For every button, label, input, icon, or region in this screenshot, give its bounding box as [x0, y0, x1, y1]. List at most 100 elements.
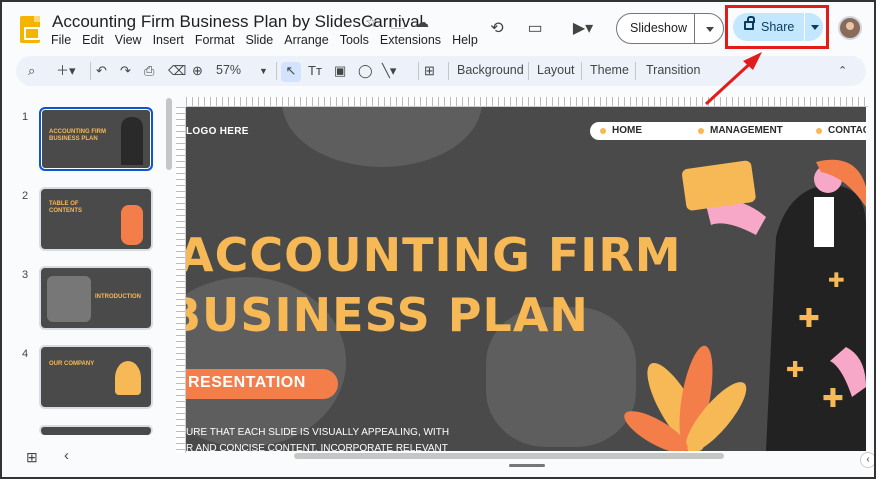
slide-thumbnail-4[interactable]: OUR COMPANY: [39, 345, 153, 409]
add-comment-icon[interactable]: ⊞: [424, 62, 435, 80]
new-slide-icon[interactable]: ＋▾: [56, 62, 76, 80]
slide-number: 2: [22, 190, 29, 202]
illustration: [121, 117, 143, 165]
app-window: Accounting Firm Business Plan by SlidesC…: [0, 0, 876, 479]
menu-insert[interactable]: Insert: [153, 33, 184, 47]
image-icon[interactable]: ▣: [334, 62, 346, 80]
background-button[interactable]: Background: [457, 63, 524, 77]
thumb-title: TABLE OF CONTENTS: [49, 201, 82, 214]
slides-logo-icon[interactable]: [20, 16, 40, 43]
illustration: [121, 205, 143, 245]
chevron-left-icon[interactable]: ‹: [64, 447, 69, 464]
slide-canvas[interactable]: LOGO HERE HOME MANAGEMENT CONTAC ACCOUNT…: [186, 107, 866, 451]
cloud-status-icon[interactable]: ☁: [415, 14, 429, 31]
bullet: [600, 128, 606, 134]
menu-format[interactable]: Format: [195, 33, 235, 47]
menu-extensions[interactable]: Extensions: [380, 33, 441, 47]
svg-text:✚: ✚: [822, 384, 844, 414]
slide-number: 1: [22, 111, 29, 123]
slide-number: 3: [22, 269, 29, 281]
search-menus-icon[interactable]: ⌕: [28, 62, 35, 80]
presentation-pill[interactable]: RESENTATION: [186, 369, 338, 399]
divider: [528, 62, 529, 80]
comments-icon[interactable]: ▭: [524, 18, 546, 40]
svg-text:✚: ✚: [828, 268, 845, 292]
lock-icon: [744, 16, 755, 30]
bg-shape: [282, 107, 482, 167]
side-panel-chevron-icon[interactable]: ‹: [860, 452, 874, 468]
collapse-toolbar-icon[interactable]: ⌃: [838, 62, 847, 80]
illustration: ✚ ✚ ✚ ✚: [624, 159, 866, 451]
text-box-icon[interactable]: Tт: [308, 62, 322, 80]
svg-text:✚: ✚: [798, 304, 820, 334]
divider: [635, 62, 636, 80]
slide-title[interactable]: ACCOUNTING FIRM BUSINESS PLAN: [186, 225, 682, 345]
menu-view[interactable]: View: [115, 33, 142, 47]
chevron-down-icon[interactable]: ▼: [259, 62, 268, 80]
theme-button[interactable]: Theme: [590, 63, 629, 77]
divider: [90, 62, 91, 80]
menu-help[interactable]: Help: [452, 33, 478, 47]
undo-icon[interactable]: ↶: [96, 62, 107, 80]
select-cursor-icon[interactable]: ↖: [281, 62, 301, 82]
horizontal-ruler: [186, 97, 868, 107]
canvas-scrollbar[interactable]: [294, 453, 724, 459]
menu-slide[interactable]: Slide: [245, 33, 273, 47]
shape-icon[interactable]: ◯: [358, 62, 373, 80]
slide-body-text[interactable]: URE THAT EACH SLIDE IS VISUALLY APPEALIN…: [186, 425, 449, 451]
chevron-down-icon[interactable]: [811, 25, 819, 30]
zoom-icon[interactable]: ⊕: [192, 62, 203, 80]
menu-arrange[interactable]: Arrange: [284, 33, 328, 47]
photo: [47, 276, 91, 322]
slide-thumbnail-5[interactable]: [39, 425, 153, 435]
filmstrip: 1 ACCOUNTING FIRM BUSINESS PLAN 2 TABLE …: [10, 95, 178, 435]
meet-icon[interactable]: ▶▾: [566, 18, 600, 40]
slide-thumbnail-1[interactable]: ACCOUNTING FIRM BUSINESS PLAN: [39, 107, 153, 171]
nav-management[interactable]: MANAGEMENT: [710, 125, 783, 136]
nav-home[interactable]: HOME: [612, 125, 642, 136]
avatar[interactable]: [838, 16, 862, 40]
line-icon[interactable]: ╲▾: [382, 62, 396, 80]
menu-file[interactable]: File: [51, 33, 71, 47]
zoom-level[interactable]: 57%: [216, 63, 241, 77]
bullet: [816, 128, 822, 134]
share-highlight-box: Share: [725, 5, 829, 49]
slide-thumbnail-2[interactable]: TABLE OF CONTENTS: [39, 187, 153, 251]
redo-icon[interactable]: ↷: [120, 62, 131, 80]
body-line: R AND CONCISE CONTENT. INCORPORATE RELEV…: [186, 443, 448, 451]
paint-format-icon[interactable]: ⌫: [168, 62, 186, 80]
divider: [581, 62, 582, 80]
illustration: [115, 361, 141, 395]
vertical-ruler: [176, 107, 186, 453]
thumb-title: INTRODUCTION: [95, 294, 141, 300]
divider: [448, 62, 449, 80]
title-line: BUSINESS PLAN: [186, 288, 589, 342]
print-icon[interactable]: ⎙: [144, 62, 154, 80]
share-button[interactable]: Share: [733, 13, 823, 41]
transition-button[interactable]: Transition: [646, 63, 700, 77]
divider: [804, 13, 805, 41]
toolbar: ⌕ ＋▾ ↶ ↷ ⎙ ⌫ ⊕ 57% ▼ ↖ Tт ▣ ◯ ╲▾ ⊞ Backg…: [16, 56, 866, 86]
star-icon[interactable]: ☆: [365, 14, 378, 31]
menu-tools[interactable]: Tools: [340, 33, 369, 47]
chevron-down-icon[interactable]: [706, 27, 714, 32]
version-history-icon[interactable]: ⟲: [486, 18, 508, 40]
slide-thumbnail-3[interactable]: INTRODUCTION: [39, 266, 153, 330]
slideshow-button[interactable]: Slideshow: [616, 13, 724, 44]
slide-number: 4: [22, 348, 29, 360]
svg-text:✚: ✚: [786, 358, 804, 383]
layout-button[interactable]: Layout: [537, 63, 575, 77]
logo-text[interactable]: LOGO HERE: [186, 126, 249, 137]
divider: [418, 62, 419, 80]
slide-nav-bar: HOME MANAGEMENT CONTAC: [590, 122, 866, 140]
share-label: Share: [761, 20, 795, 34]
speaker-notes-handle[interactable]: [509, 464, 545, 467]
divider: [694, 14, 695, 43]
body-line: URE THAT EACH SLIDE IS VISUALLY APPEALIN…: [186, 427, 450, 438]
thumb-title: OUR COMPANY: [49, 361, 95, 367]
filmstrip-scrollbar[interactable]: [166, 98, 172, 170]
menu-edit[interactable]: Edit: [82, 33, 104, 47]
grid-view-icon[interactable]: ⊞: [26, 449, 38, 466]
nav-contact[interactable]: CONTAC: [828, 125, 866, 136]
slideshow-label: Slideshow: [630, 21, 687, 35]
